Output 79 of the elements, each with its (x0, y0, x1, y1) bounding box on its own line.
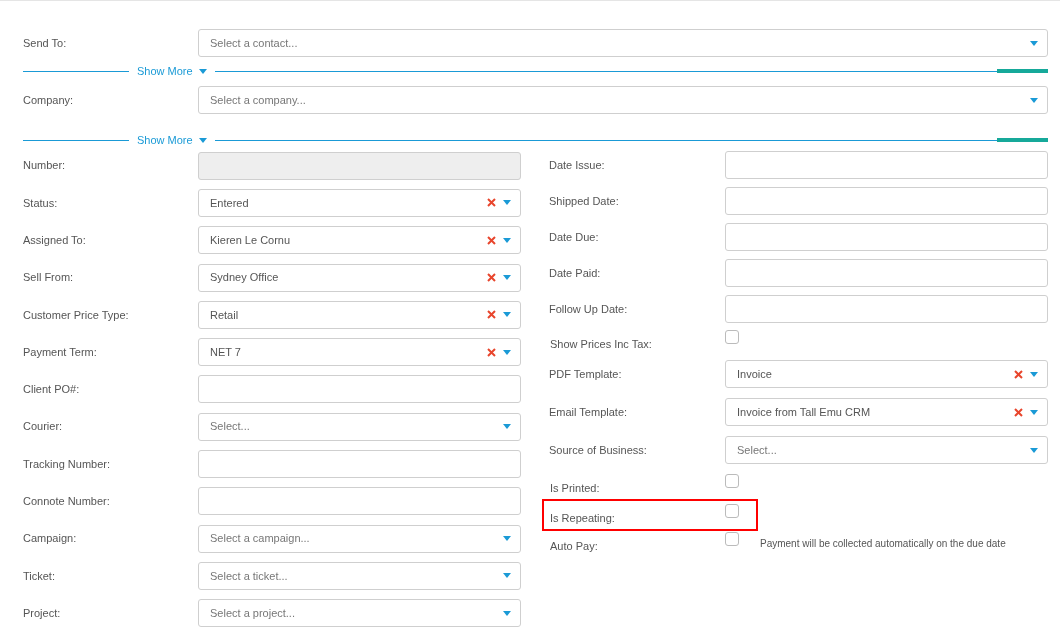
field-label: Ticket: (23, 568, 56, 584)
checkbox[interactable] (725, 531, 739, 546)
field-label: Date Issue: (549, 157, 606, 173)
caret-icon (503, 610, 511, 616)
field-label: Date Paid: (549, 265, 602, 281)
text-field[interactable] (198, 450, 521, 478)
clear-icon[interactable] (1014, 369, 1023, 379)
text-field[interactable] (198, 375, 521, 404)
select-field[interactable]: Select... (198, 412, 521, 441)
field-label: PDF Template: (549, 366, 623, 382)
caret-icon (503, 237, 511, 243)
caret-icon (503, 312, 511, 318)
caret-icon (1030, 447, 1038, 453)
caret-icon (503, 573, 511, 579)
field-label: Payment Term: (23, 344, 98, 360)
select-field[interactable]: NET 7 (198, 338, 521, 367)
field-label: Assigned To: (23, 233, 87, 248)
field-label: Project: (23, 605, 62, 621)
field-label: Email Template: (549, 404, 629, 420)
field-label: Date Due: (549, 229, 600, 245)
select-field[interactable]: Select... (725, 436, 1048, 464)
caret-icon (503, 536, 511, 542)
text-field[interactable] (725, 187, 1048, 215)
caret-icon (1030, 371, 1038, 377)
caret-icon (503, 424, 511, 430)
field-label: Auto Pay: (550, 538, 599, 554)
select-field[interactable]: Entered (198, 188, 521, 217)
caret-icon (503, 200, 511, 206)
helper-text: Payment will be collected automatically on the due date (759, 536, 1006, 551)
select-field[interactable]: Select a contact... (198, 29, 1048, 57)
select-field[interactable]: Select a project... (198, 599, 521, 628)
select-field[interactable]: Invoice from Tall Emu CRM (725, 398, 1048, 426)
text-field[interactable] (198, 487, 521, 516)
select-field[interactable]: Select a ticket... (198, 561, 521, 590)
select-field[interactable]: Sydney Office (198, 263, 521, 292)
field-label: Courier: (23, 419, 64, 435)
select-field[interactable]: Invoice (725, 360, 1048, 388)
field-label: Show Prices Inc Tax: (550, 336, 653, 352)
clear-icon[interactable] (487, 310, 496, 320)
clear-icon[interactable] (1014, 407, 1023, 417)
field-label: Is Repeating: (550, 510, 616, 526)
clear-icon[interactable] (487, 198, 496, 208)
field-label: Shipped Date: (549, 193, 620, 209)
select-field[interactable]: Retail (198, 300, 521, 329)
caret-icon (1030, 97, 1038, 103)
clear-icon[interactable] (487, 235, 496, 245)
text-field[interactable] (725, 259, 1048, 287)
text-field[interactable] (725, 151, 1048, 179)
field-label: Number: (23, 158, 67, 174)
caret-icon (198, 69, 207, 74)
clear-icon[interactable] (487, 273, 496, 283)
show-more-link[interactable]: Show More (129, 131, 215, 149)
checkbox[interactable] (725, 503, 739, 518)
select-field[interactable]: Select a company... (198, 86, 1048, 114)
field-label: Is Printed: (550, 480, 601, 496)
field-label: Connote Number: (23, 494, 111, 510)
clear-icon[interactable] (487, 347, 496, 357)
field-label: Follow Up Date: (549, 301, 629, 317)
text-field[interactable] (725, 295, 1048, 323)
field-label: Sell From: (23, 270, 75, 286)
caret-icon (198, 137, 207, 143)
field-label: Company: (23, 93, 75, 108)
caret-icon (503, 275, 511, 281)
field-label: Tracking Number: (23, 456, 111, 472)
checkbox[interactable] (725, 329, 739, 344)
caret-icon (1030, 40, 1038, 46)
show-more-link[interactable]: Show More (129, 63, 215, 80)
select-field[interactable]: Select a campaign... (198, 524, 521, 553)
field-label: Customer Price Type: (23, 307, 130, 323)
select-field[interactable]: Kieren Le Cornu (198, 226, 521, 255)
field-label: Campaign: (23, 531, 78, 547)
checkbox[interactable] (725, 473, 739, 488)
field-label: Client PO#: (23, 382, 81, 398)
field-label: Source of Business: (549, 442, 648, 458)
field-label: Status: (23, 195, 59, 211)
field-label: Send To: (23, 36, 68, 51)
text-field[interactable] (725, 223, 1048, 251)
caret-icon (503, 349, 511, 355)
caret-icon (1030, 409, 1038, 415)
